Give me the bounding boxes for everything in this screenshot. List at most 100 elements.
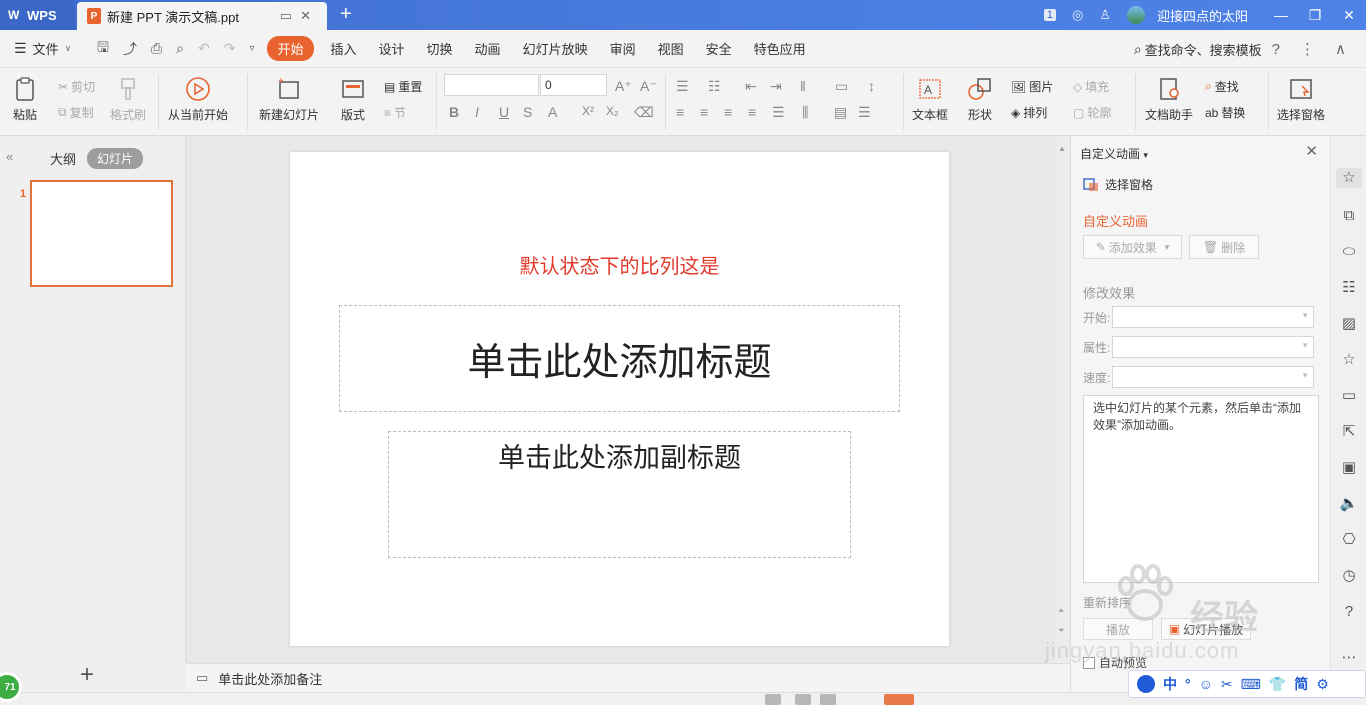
justify-icon[interactable]: ≡ <box>748 104 756 120</box>
ime-punctuation[interactable]: ° <box>1185 676 1191 692</box>
print-preview-icon[interactable]: ⌕ <box>176 40 184 57</box>
slide-thumbnail[interactable] <box>30 180 173 287</box>
underline-icon[interactable]: U <box>499 104 509 120</box>
help-icon[interactable]: ? <box>1339 602 1359 622</box>
help-icon[interactable]: ? <box>1272 41 1280 58</box>
line-spacing-2-icon[interactable]: ☰ <box>858 104 871 121</box>
align-text-icon[interactable]: ↕ <box>868 78 875 94</box>
arrange-button[interactable]: ◈ 排列 <box>1011 104 1047 121</box>
animation-pane-icon[interactable]: ☆ <box>1336 168 1362 188</box>
star-icon[interactable]: ☆ <box>1339 350 1359 370</box>
notes-bar[interactable]: ▭ 单击此处添加备注 <box>186 663 1070 692</box>
doc-assistant-button[interactable]: 文档助手 <box>1145 76 1193 123</box>
format-painter-button[interactable]: 格式刷 <box>110 76 146 123</box>
play-from-current-button[interactable]: 从当前开始 <box>168 76 228 123</box>
numbered-list-icon[interactable]: ☷ <box>708 78 721 95</box>
auto-preview-checkbox[interactable]: 自动预览 <box>1083 654 1147 671</box>
text-box-button[interactable]: A 文本框 <box>912 76 948 123</box>
more-options-icon[interactable]: ⋮ <box>1300 40 1315 58</box>
align-right-icon[interactable]: ≡ <box>724 104 732 120</box>
slide-sorter-icon[interactable] <box>795 694 811 705</box>
tab-special-apps[interactable]: 特色应用 <box>754 37 806 60</box>
tab-security[interactable]: 安全 <box>706 37 732 60</box>
scroll-next-slide-icon[interactable]: ⏷ <box>1058 626 1064 636</box>
gallery-icon[interactable]: ▨ <box>1339 314 1359 334</box>
copy-button[interactable]: ⧉ 复制 <box>58 104 94 121</box>
font-name-select[interactable] <box>444 74 539 96</box>
slideshow-play-button[interactable]: ▣ 幻灯片播放 <box>1161 618 1251 640</box>
increase-indent-icon[interactable]: ⇥ <box>770 78 782 95</box>
ime-screenshot-icon[interactable]: ✂ <box>1221 676 1233 693</box>
replace-button[interactable]: ab 替换 <box>1205 104 1245 121</box>
preview-play-button[interactable]: 播放 <box>1083 618 1153 640</box>
bullet-list-icon[interactable]: ☰ <box>676 78 689 95</box>
select-pane-link[interactable]: 选择窗格 <box>1083 176 1153 193</box>
audio-icon[interactable]: 🔈 <box>1339 494 1359 514</box>
redo-icon[interactable]: ↷ <box>224 40 236 57</box>
font-color-icon[interactable]: A <box>548 104 557 120</box>
clear-format-icon[interactable]: ⌫ <box>634 104 654 121</box>
line-spacing-icon[interactable]: ‖ <box>800 78 806 94</box>
history-icon[interactable]: ◷ <box>1339 566 1359 586</box>
layout-button[interactable]: 版式 <box>340 76 366 123</box>
italic-icon[interactable]: I <box>475 104 479 120</box>
normal-view-icon[interactable] <box>765 694 781 705</box>
cloud-sync-icon[interactable]: ◎ <box>1072 7 1083 23</box>
shape-pane-icon[interactable]: ⬭ <box>1339 242 1359 262</box>
property-pane-icon[interactable]: ☷ <box>1339 278 1359 298</box>
subtitle-placeholder[interactable]: 单击此处添加副标题 <box>388 431 851 558</box>
scroll-up-icon[interactable]: ▲ <box>1058 144 1066 153</box>
picture-button[interactable]: 🖼 图片 <box>1011 78 1053 95</box>
search-icon[interactable]: ⌕ <box>1134 41 1142 58</box>
tab-animation[interactable]: 动画 <box>475 37 501 60</box>
add-slide-plus-icon[interactable]: + <box>80 661 94 689</box>
tab-slides[interactable]: 幻灯片 <box>87 148 144 169</box>
tab-close-icon[interactable]: ✕ <box>300 8 319 23</box>
text-direction-icon[interactable]: ▭ <box>835 78 848 95</box>
reset-button[interactable]: ▤ 重置 <box>384 78 422 95</box>
backup-icon[interactable]: ⎔ <box>1339 530 1359 550</box>
shape-button[interactable]: 形状 <box>967 76 993 123</box>
ime-settings-icon[interactable]: ⚙ <box>1316 676 1329 693</box>
paste-button[interactable]: 粘贴 <box>12 76 38 123</box>
shadow-icon[interactable]: S <box>523 104 532 120</box>
ime-chinese-mode[interactable]: 中 <box>1163 674 1177 694</box>
collapse-ribbon-icon[interactable]: ∧ <box>1335 40 1346 58</box>
archive-icon[interactable]: ▭ <box>1339 386 1359 406</box>
decrease-indent-icon[interactable]: ⇤ <box>745 78 757 95</box>
wps-home-tab[interactable]: W WPS <box>0 0 75 30</box>
ime-keyboard-icon[interactable]: ⌨ <box>1241 676 1261 693</box>
new-slide-button[interactable]: + 新建幻灯片 <box>259 76 319 123</box>
customize-quick-access-icon[interactable]: ▿ <box>249 43 254 54</box>
close-pane-icon[interactable]: ✕ <box>1305 142 1318 160</box>
ime-skin-icon[interactable]: 👕 <box>1269 676 1286 693</box>
tab-slideshow[interactable]: 幻灯片放映 <box>523 37 588 60</box>
minimize-icon[interactable]: — <box>1264 7 1298 23</box>
file-menu[interactable]: ☰ 文件 ∨ <box>0 39 90 58</box>
save-icon[interactable]: 🖫 <box>97 37 109 61</box>
scroll-prev-slide-icon[interactable]: ⏶ <box>1058 606 1064 616</box>
animation-list[interactable]: 选中幻灯片的某个元素，然后单击“添加效果”添加动画。 <box>1083 395 1319 583</box>
slideshow-status-button[interactable] <box>884 694 914 705</box>
columns-icon[interactable]: ⫼ <box>802 104 808 121</box>
reading-view-icon[interactable] <box>820 694 836 705</box>
tab-review[interactable]: 审阅 <box>610 37 636 60</box>
slide-switch-icon[interactable]: ⧉ <box>1339 206 1359 226</box>
document-tab[interactable]: P 新建 PPT 演示文稿.ppt ▭✕ <box>77 2 327 30</box>
tab-transition[interactable]: 切换 <box>427 37 453 60</box>
increase-font-icon[interactable]: A⁺ <box>615 78 632 95</box>
slide-red-annotation[interactable]: 默认状态下的比列这是 <box>290 250 949 279</box>
start-select[interactable] <box>1112 306 1315 328</box>
superscript-icon[interactable]: X² <box>582 104 594 118</box>
user-avatar[interactable] <box>1126 6 1145 24</box>
section-button[interactable]: ≡ 节 <box>384 104 406 121</box>
pane-title[interactable]: 自定义动画 ▾ <box>1080 145 1148 162</box>
ime-emoji-icon[interactable]: ☺ <box>1199 676 1213 692</box>
close-window-icon[interactable]: ✕ <box>1332 7 1366 24</box>
add-effect-button[interactable]: ✎ 添加效果 ▾ <box>1083 235 1182 259</box>
distribute-icon[interactable]: ☰ <box>772 104 785 121</box>
new-tab-plus-icon[interactable]: + <box>340 4 352 24</box>
more-icon[interactable]: ⋯ <box>1339 648 1359 668</box>
print-icon[interactable]: ⎙ <box>151 40 162 57</box>
collapse-panel-icon[interactable]: « <box>6 149 13 164</box>
